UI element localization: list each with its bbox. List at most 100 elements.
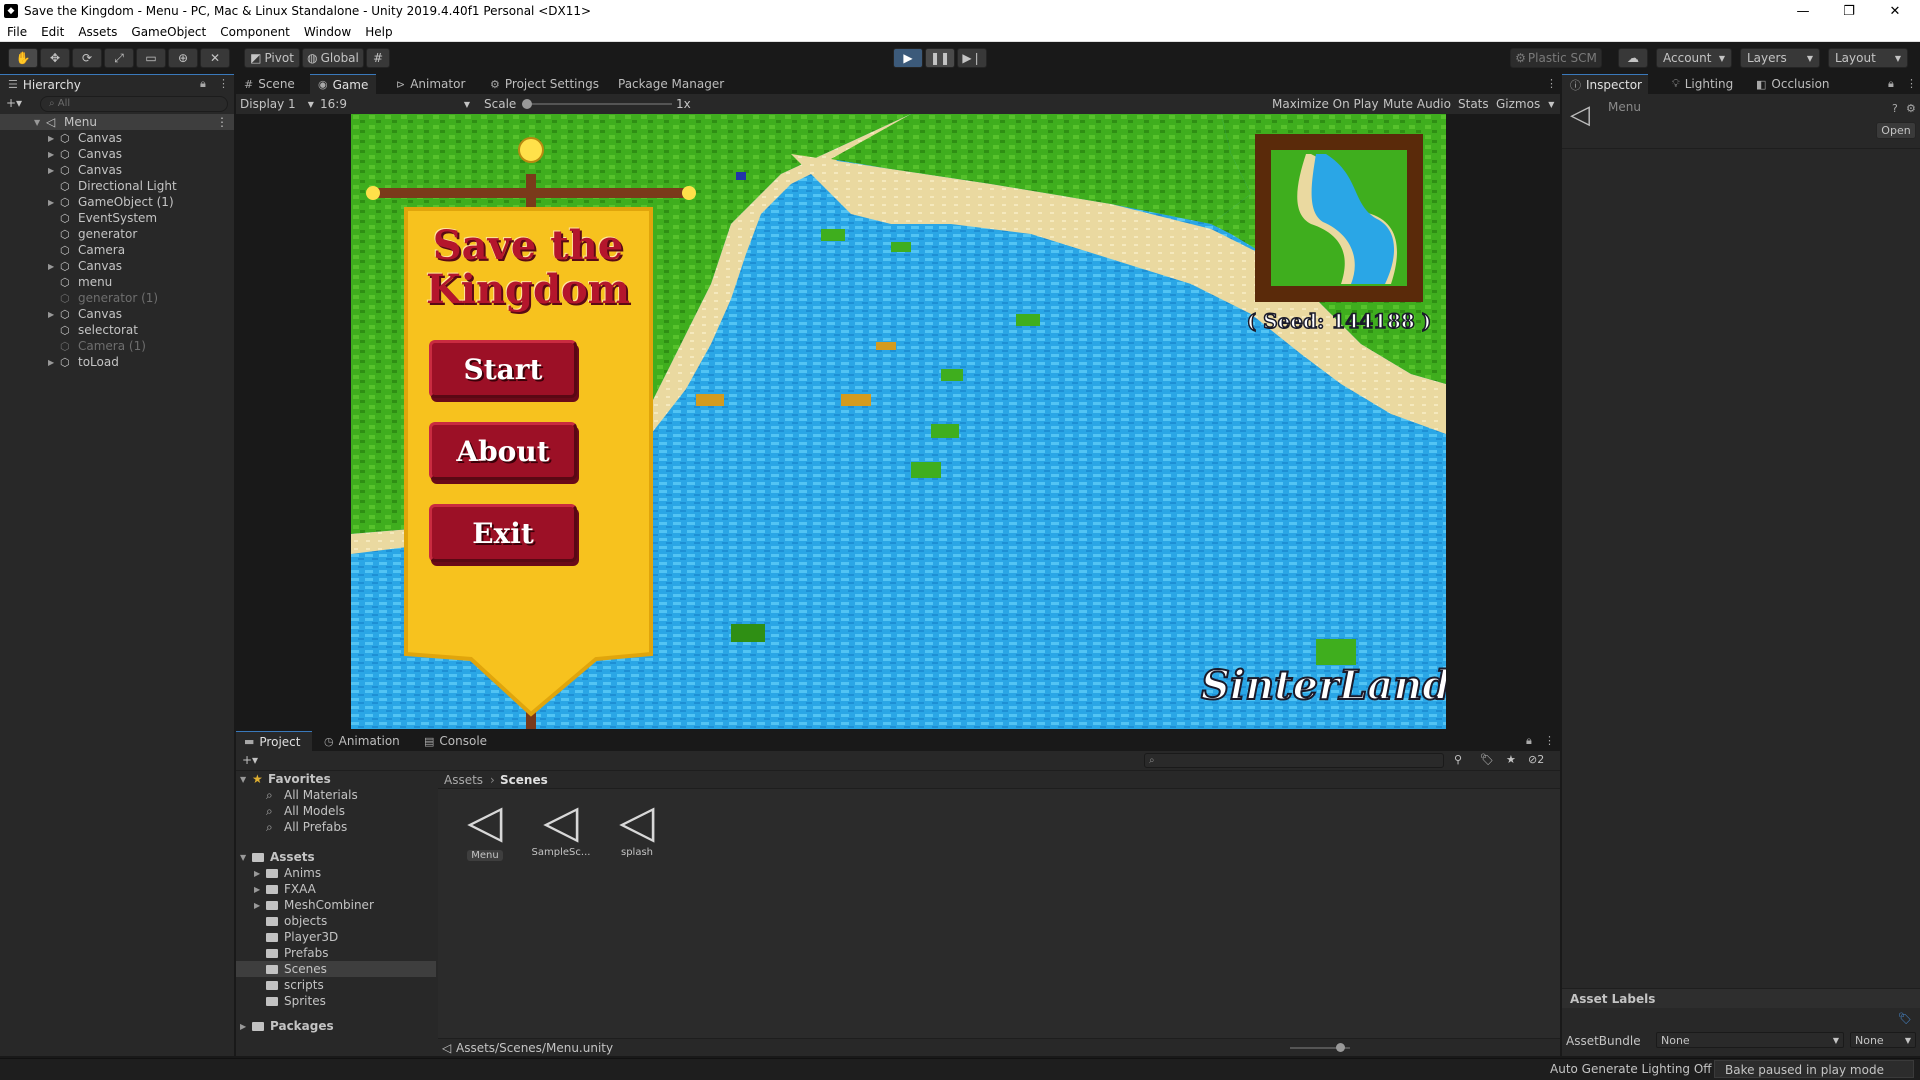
more-options-icon[interactable]: ⋮ — [1906, 77, 1917, 90]
start-button[interactable]: Start — [429, 340, 577, 398]
folder-item[interactable]: Sprites — [236, 993, 436, 1009]
menu-component[interactable]: Component — [213, 25, 297, 39]
assetbundle-dropdown[interactable]: None ▼ — [1656, 1032, 1844, 1048]
account-dropdown[interactable]: Account ▼ — [1656, 48, 1732, 68]
scene-asset-tile[interactable]: ◁ splash — [602, 795, 672, 871]
auto-lighting-status[interactable]: Auto Generate Lighting Off — [1550, 1062, 1712, 1076]
favorites-header[interactable]: ▼ ★ Favorites — [236, 771, 436, 787]
exit-button[interactable]: Exit — [429, 504, 577, 562]
hierarchy-item[interactable]: ⬡ Directional Light — [0, 178, 234, 194]
pivot-toggle[interactable]: ◩ Pivot — [244, 48, 300, 68]
menu-file[interactable]: File — [0, 25, 34, 39]
hierarchy-item[interactable]: ▶ ⬡ Canvas — [0, 146, 234, 162]
folder-item[interactable]: Player3D — [236, 929, 436, 945]
scale-slider[interactable] — [522, 96, 672, 112]
create-dropdown[interactable]: +▾ — [6, 96, 22, 110]
favorite-star-icon[interactable]: ★ — [1506, 753, 1516, 766]
lock-icon[interactable]: 🔒︎ — [200, 77, 206, 91]
folder-item[interactable]: ▶ MeshCombiner — [236, 897, 436, 913]
menu-assets[interactable]: Assets — [71, 25, 124, 39]
filter-label-icon[interactable]: 🏷︎ — [1480, 753, 1494, 766]
layout-dropdown[interactable]: Layout ▼ — [1828, 48, 1908, 68]
hierarchy-item[interactable]: ▶ ⬡ Canvas — [0, 258, 234, 274]
play-button[interactable]: ▶ — [893, 48, 923, 68]
more-options-icon[interactable]: ⋮ — [1546, 77, 1557, 90]
close-button[interactable]: ✕ — [1872, 0, 1918, 22]
stats-toggle[interactable]: Stats — [1458, 96, 1489, 112]
custom-tool-icon[interactable]: ✕ — [200, 48, 230, 68]
tag-icon[interactable]: 🏷︎ — [1898, 1012, 1912, 1025]
maximize-on-play-toggle[interactable]: Maximize On Play — [1272, 96, 1379, 112]
hierarchy-item[interactable]: ⬡ Camera — [0, 242, 234, 258]
hierarchy-item[interactable]: ⬡ selectorat — [0, 322, 234, 338]
help-icon[interactable]: ? — [1892, 102, 1898, 115]
about-button[interactable]: About — [429, 422, 577, 480]
lock-icon[interactable]: 🔒︎ — [1526, 734, 1532, 748]
tab-project[interactable]: ▬ Project — [236, 731, 312, 751]
hierarchy-item[interactable]: ▶ ⬡ Canvas — [0, 130, 234, 146]
more-options-icon[interactable]: ⋮ — [216, 115, 228, 129]
rect-tool-icon[interactable]: ▭ — [136, 48, 166, 68]
hierarchy-item[interactable]: ▶ ⬡ GameObject (1) — [0, 194, 234, 210]
maximize-button[interactable]: ❐ — [1826, 0, 1872, 22]
tab-occlusion[interactable]: ◧ Occlusion — [1748, 74, 1838, 94]
gear-icon[interactable]: ⚙ — [1906, 102, 1916, 115]
layers-dropdown[interactable]: Layers ▼ — [1740, 48, 1820, 68]
hierarchy-item[interactable]: ⬡ Camera (1) — [0, 338, 234, 354]
hand-tool-icon[interactable]: ✋ — [8, 48, 38, 68]
tab-package-manager[interactable]: Package Manager — [610, 74, 732, 94]
menu-edit[interactable]: Edit — [34, 25, 71, 39]
move-tool-icon[interactable]: ✥ — [40, 48, 70, 68]
transform-tool-icon[interactable]: ⊕ — [168, 48, 198, 68]
lock-icon[interactable]: 🔒︎ — [1888, 77, 1894, 91]
breadcrumb-scenes[interactable]: Scenes — [500, 773, 548, 787]
hidden-packages-icon[interactable]: ⊘2 — [1528, 753, 1544, 766]
tab-game[interactable]: ◉ Game — [310, 74, 377, 94]
game-render[interactable]: SinterLand ( Seed: 144188 ) Save the Kin… — [351, 114, 1446, 729]
hierarchy-item[interactable]: ⬡ EventSystem — [0, 210, 234, 226]
aspect-dropdown[interactable]: 16:9 ▼ — [320, 96, 470, 112]
tab-lighting[interactable]: 💡︎ Lighting — [1664, 74, 1741, 94]
folder-item[interactable]: objects — [236, 913, 436, 929]
create-dropdown[interactable]: +▾ — [242, 753, 258, 767]
tab-inspector[interactable]: ⓘ Inspector — [1562, 74, 1648, 94]
scene-asset-tile[interactable]: ◁ SampleSc... — [526, 795, 596, 871]
project-search-input[interactable]: ⌕ — [1144, 753, 1444, 768]
mute-audio-toggle[interactable]: Mute Audio — [1383, 96, 1451, 112]
tab-hierarchy[interactable]: ☰ Hierarchy — [0, 74, 234, 94]
filter-type-icon[interactable]: ⚲ — [1454, 753, 1462, 766]
folder-item[interactable]: ▶ FXAA — [236, 881, 436, 897]
gizmos-dropdown[interactable]: Gizmos ▼ — [1496, 96, 1554, 112]
pause-button[interactable]: ❚❚ — [925, 48, 955, 68]
tab-animation[interactable]: ◷ Animation — [316, 731, 408, 751]
scene-asset-tile[interactable]: ◁ Menu — [450, 795, 520, 871]
display-dropdown[interactable]: Display 1 ▼ — [240, 96, 314, 112]
tab-animator[interactable]: ⊳ Animator — [388, 74, 473, 94]
assets-header[interactable]: ▼ Assets — [236, 849, 436, 865]
folder-item[interactable]: Scenes — [236, 961, 436, 977]
packages-header[interactable]: ▶ Packages — [236, 1018, 436, 1034]
rotate-tool-icon[interactable]: ⟳ — [72, 48, 102, 68]
folder-item[interactable]: scripts — [236, 977, 436, 993]
tab-console[interactable]: ▤ Console — [416, 731, 495, 751]
breadcrumb-assets[interactable]: Assets — [444, 773, 483, 787]
plastic-scm-button[interactable]: ⚙ Plastic SCM — [1510, 48, 1602, 68]
menu-help[interactable]: Help — [358, 25, 399, 39]
tab-project-settings[interactable]: ⚙ Project Settings — [482, 74, 607, 94]
tab-scene[interactable]: # Scene — [236, 74, 303, 94]
open-button[interactable]: Open — [1876, 122, 1916, 139]
favorite-item[interactable]: ⌕ All Prefabs — [236, 819, 436, 835]
assetbundle-variant-dropdown[interactable]: None ▼ — [1850, 1032, 1916, 1048]
favorite-item[interactable]: ⌕ All Materials — [236, 787, 436, 803]
hierarchy-scene-root[interactable]: ▼ ◁ Menu ⋮ — [0, 114, 234, 130]
hierarchy-item[interactable]: ▶ ⬡ Canvas — [0, 306, 234, 322]
more-options-icon[interactable]: ⋮ — [218, 77, 229, 90]
grid-snap-icon[interactable]: # — [366, 48, 390, 68]
global-toggle[interactable]: ◍ Global — [302, 48, 364, 68]
hierarchy-item[interactable]: ⬡ generator (1) — [0, 290, 234, 306]
scale-tool-icon[interactable]: ⤢ — [104, 48, 134, 68]
hierarchy-item[interactable]: ⬡ generator — [0, 226, 234, 242]
more-options-icon[interactable]: ⋮ — [1544, 734, 1555, 747]
folder-item[interactable]: Prefabs — [236, 945, 436, 961]
hierarchy-search-input[interactable]: ⌕ All — [40, 96, 228, 112]
